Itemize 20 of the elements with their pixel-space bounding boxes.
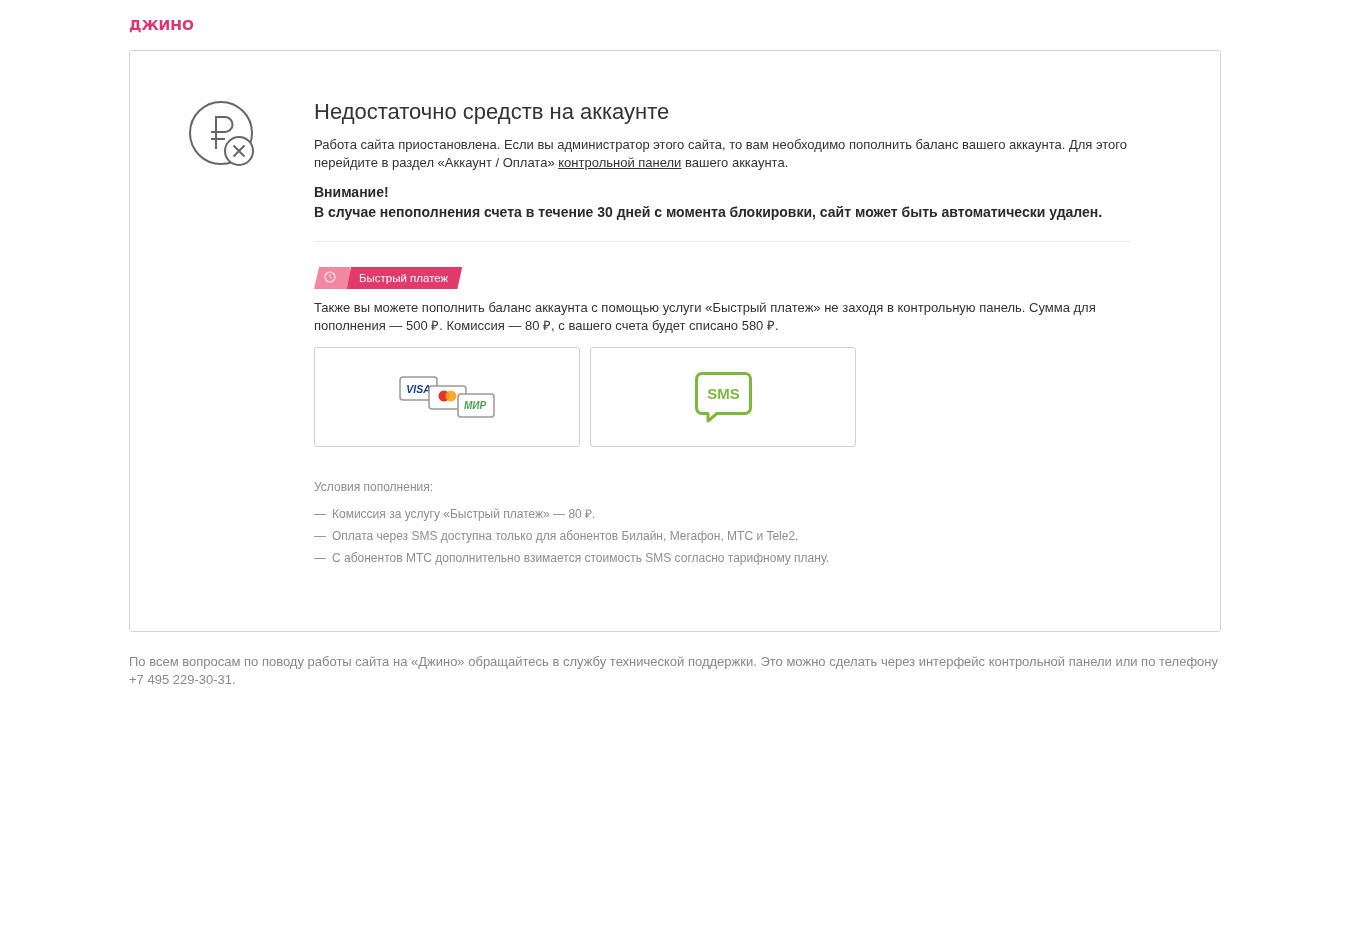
control-panel-link[interactable]: контрольной панели <box>558 155 682 170</box>
clock-icon <box>314 267 350 289</box>
warning-title: Внимание! <box>314 183 390 202</box>
notice-title: Недостаточно средств на аккаунте <box>314 98 671 126</box>
sms-bubble-icon: SMS <box>694 371 752 423</box>
list-dash: — <box>314 528 326 545</box>
condition-text: С абонентов МТС дополнительно взимается стоимость SMS согласно тарифному плану. <box>332 550 830 567</box>
condition-text: Комиссия за услугу «Быстрый платеж» — 80 ₽. <box>332 506 596 523</box>
warning-text: В случае непополнения счета в течение 30 дней с момента блокировки, сайт может быть автоматически удален. <box>314 203 1104 222</box>
condition-text: Оплата через SMS доступна только для абонентов Билайн, Мегафон, МТС и Tele2. <box>332 528 799 545</box>
support-footer-text: По всем вопросам по поводу работы сайта на «Джино» обращайтесь в службу технической поддержки. Это можно сделать через интерфейс контрольной панели или по телефону +7 495 229-30-31. <box>129 653 1220 689</box>
quick-pay-label: Быстрый платеж <box>347 267 463 289</box>
card-payment-option[interactable]: VISA МИР <box>314 347 580 447</box>
list-dash: — <box>314 550 326 567</box>
notice-description: Работа сайта приостановлена. Если вы администратор этого сайта, то вам необходимо пополнить баланс вашего аккаунта. Для этого перейдите в раздел «Аккаунт / Оплата» контрольной панели вашего аккаунта. <box>314 136 1128 172</box>
quick-pay-description: Также вы можете пополнить баланс аккаунта с помощью услуги «Быстрый платеж» не заходя в контрольную панель. Сумма для пополнения — 500 ₽. Комиссия — 80 ₽, с вашего счета будет списано 580 ₽. <box>314 299 1097 335</box>
conditions-title: Условия пополнения: <box>314 479 435 495</box>
ruble-cancel-icon <box>189 101 255 167</box>
list-dash: — <box>314 506 326 523</box>
logo[interactable]: ДЖИНО <box>129 16 194 34</box>
